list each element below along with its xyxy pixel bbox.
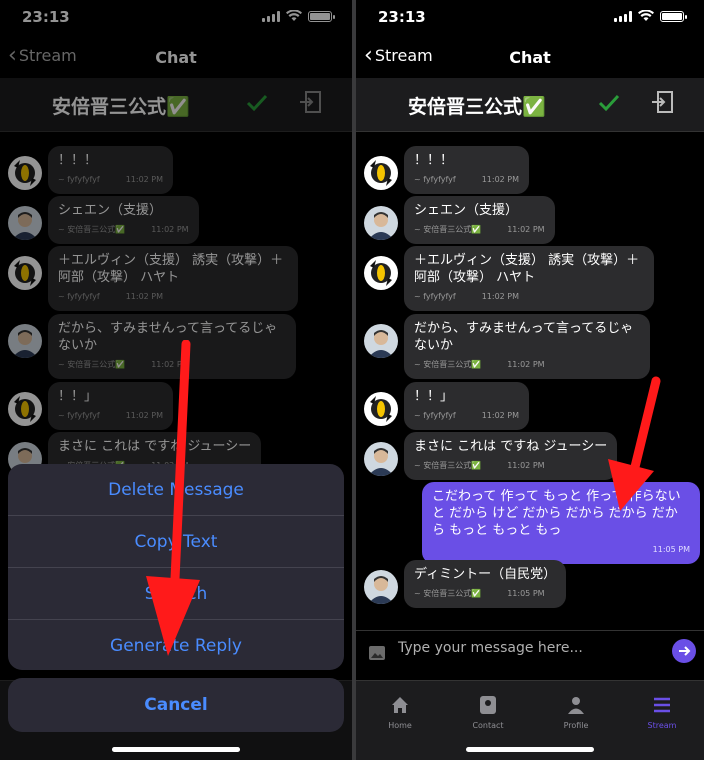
left-screen: 23:13 ‹ Stream Chat 安倍晋三公式✅ ！！！ ~ fyfyfyfy…	[0, 0, 352, 760]
message-row-mine: こだわって 作って もっと 作って 作らないと だから けど だから だから だ…	[422, 482, 702, 564]
tab-label: Home	[388, 721, 412, 730]
copy-text-option[interactable]: Copy Text	[8, 516, 344, 568]
image-attach-icon[interactable]	[368, 645, 386, 661]
message-row: シェエン（支援） ~ 安倍晋三公式✅ 11:02 PM	[364, 196, 555, 244]
home-icon	[392, 697, 408, 713]
my-message-bubble[interactable]: こだわって 作って もっと 作って 作らないと だから けど だから だから だ…	[422, 482, 700, 564]
right-screen: 23:13 ‹ Stream Chat 安倍晋三公式✅ ！！！ ~ fyfyfyfy…	[356, 0, 704, 760]
message-time: 11:02 PM	[481, 292, 520, 301]
message-time: 11:02 PM	[481, 175, 520, 184]
tab-label: Profile	[563, 721, 589, 730]
generate-reply-option[interactable]: Generate Reply	[8, 620, 344, 670]
message-row: ！！！ ~ fyfyfyfyf 11:02 PM	[364, 146, 530, 194]
message-list[interactable]: ！！！ ~ fyfyfyfyf 11:02 PM シェエン（支援） ~ 安倍晋三公式✅…	[356, 132, 704, 630]
stream-icon	[654, 697, 670, 713]
exit-icon[interactable]	[650, 90, 674, 114]
message-input-bar: Type your message here...	[356, 630, 704, 674]
send-button[interactable]	[672, 639, 696, 663]
cellular-signal-icon	[614, 10, 632, 22]
message-bubble[interactable]: ！！！ ~ fyfyfyfyf 11:02 PM	[404, 146, 530, 194]
action-sheet: Delete Message Copy Text Speech Generate…	[8, 464, 344, 670]
message-time: 11:02 PM	[507, 360, 545, 369]
message-row: まさに これは ですね ジューシー ~ 安倍晋三公式✅ 11:02 PM	[364, 432, 618, 480]
message-bubble[interactable]: シェエン（支援） ~ 安倍晋三公式✅ 11:02 PM	[404, 196, 555, 244]
tab-profile[interactable]: Profile	[536, 695, 616, 730]
message-sender: ~ fyfyfyfyf	[414, 292, 456, 301]
message-sender: ~ 安倍晋三公式✅	[414, 360, 482, 369]
avatar	[364, 156, 398, 190]
message-time: 11:02 PM	[507, 461, 545, 470]
avatar	[364, 570, 398, 604]
message-bubble[interactable]: まさに これは ですね ジューシー ~ 安倍晋三公式✅ 11:02 PM	[404, 432, 618, 480]
tab-contact[interactable]: Contact	[448, 695, 528, 730]
message-time: 11:05 PM	[507, 589, 545, 598]
message-text: シェエン（支援）	[414, 203, 519, 218]
message-sender: ~ fyfyfyfyf	[414, 175, 456, 184]
message-sender: ~ 安倍晋三公式✅	[414, 461, 482, 470]
message-text: ＋エルヴィン（支援） 誘実（攻撃）＋阿部（攻撃） ハヤト	[414, 253, 640, 285]
message-bubble[interactable]: ！！」 ~ fyfyfyfyf 11:02 PM	[404, 382, 530, 430]
send-icon	[679, 646, 691, 656]
avatar	[364, 256, 398, 290]
speech-option[interactable]: Speech	[8, 568, 344, 620]
nav-title: Chat	[509, 48, 551, 67]
status-icons	[614, 10, 687, 22]
message-row: ！！」 ~ fyfyfyfyf 11:02 PM	[364, 382, 530, 430]
home-indicator	[466, 747, 594, 752]
chat-name: 安倍晋三公式✅	[408, 96, 546, 118]
message-text: こだわって 作って もっと 作って 作らないと だから けど だから だから だ…	[432, 489, 681, 538]
message-sender: ~ fyfyfyfyf	[414, 411, 456, 420]
tab-label: Contact	[472, 721, 504, 730]
chat-header: 安倍晋三公式✅	[356, 78, 704, 132]
message-text: ！！」	[414, 389, 454, 404]
message-time: 11:02 PM	[481, 411, 520, 420]
check-icon[interactable]	[596, 90, 622, 116]
tab-bar: Home Contact Profile Stream	[356, 680, 704, 760]
avatar	[364, 206, 398, 240]
message-sender: ~ 安倍晋三公式✅	[414, 589, 482, 598]
message-text: だから、すみませんって言ってるじゃないか	[414, 321, 634, 353]
message-bubble[interactable]: だから、すみませんって言ってるじゃないか ~ 安倍晋三公式✅ 11:02 PM	[404, 314, 650, 379]
avatar	[364, 442, 398, 476]
message-bubble[interactable]: ＋エルヴィン（支援） 誘実（攻撃）＋阿部（攻撃） ハヤト ~ fyfyfyfyf 1…	[404, 246, 654, 311]
home-indicator	[112, 747, 240, 752]
avatar	[364, 324, 398, 358]
message-text: ディミントー（自民党）	[414, 567, 557, 582]
message-bubble[interactable]: ディミントー（自民党） ~ 安倍晋三公式✅ 11:05 PM	[404, 560, 567, 608]
wifi-icon	[638, 10, 654, 21]
tab-label: Stream	[647, 721, 677, 730]
message-text: まさに これは ですね ジューシー	[414, 439, 608, 454]
tab-home[interactable]: Home	[360, 695, 440, 730]
message-sender: ~ 安倍晋三公式✅	[414, 225, 482, 234]
contact-card-icon	[480, 696, 496, 714]
message-input[interactable]: Type your message here...	[398, 640, 583, 656]
person-icon	[568, 697, 584, 714]
nav-bar: ‹ Stream Chat	[356, 40, 704, 76]
message-text: ！！！	[414, 153, 454, 168]
tab-stream[interactable]: Stream	[622, 695, 702, 730]
message-time: 11:02 PM	[507, 225, 545, 234]
delete-message-option[interactable]: Delete Message	[8, 464, 344, 516]
avatar	[364, 392, 398, 426]
message-row: ＋エルヴィン（支援） 誘実（攻撃）＋阿部（攻撃） ハヤト ~ fyfyfyfyf 1…	[364, 246, 654, 311]
cancel-button[interactable]: Cancel	[8, 678, 344, 732]
message-row: だから、すみませんって言ってるじゃないか ~ 安倍晋三公式✅ 11:02 PM	[364, 314, 650, 379]
status-time: 23:13	[378, 8, 426, 26]
battery-icon	[660, 10, 687, 22]
status-bar: 23:13	[356, 0, 704, 34]
message-row: ディミントー（自民党） ~ 安倍晋三公式✅ 11:05 PM	[364, 560, 567, 608]
message-time: 11:05 PM	[652, 545, 690, 554]
